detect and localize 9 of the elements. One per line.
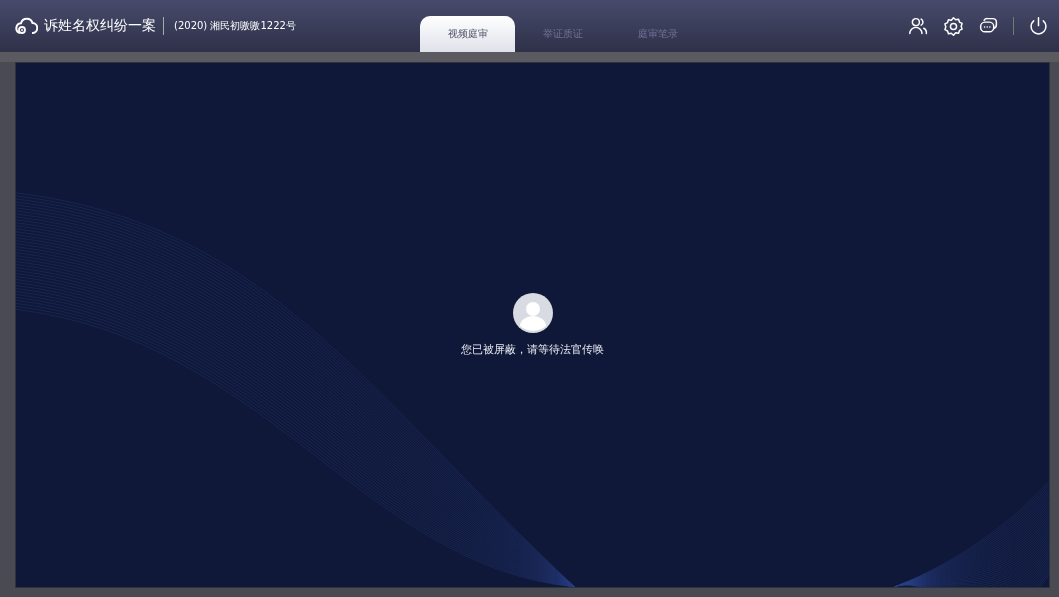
cloud-logo-icon	[14, 16, 38, 36]
tab[interactable]: 视频庭审	[420, 16, 515, 52]
case-title: 诉姓名权纠纷一案	[44, 17, 156, 35]
status-message: 您已被屏蔽，请等待法官传唤	[461, 342, 604, 357]
avatar-icon	[512, 293, 553, 333]
people-icon[interactable]	[908, 15, 929, 37]
case-number: (2020) 湘民初嗷嗷1222号	[174, 19, 296, 33]
power-icon[interactable]	[1028, 15, 1049, 37]
settings-icon[interactable]	[943, 15, 964, 37]
